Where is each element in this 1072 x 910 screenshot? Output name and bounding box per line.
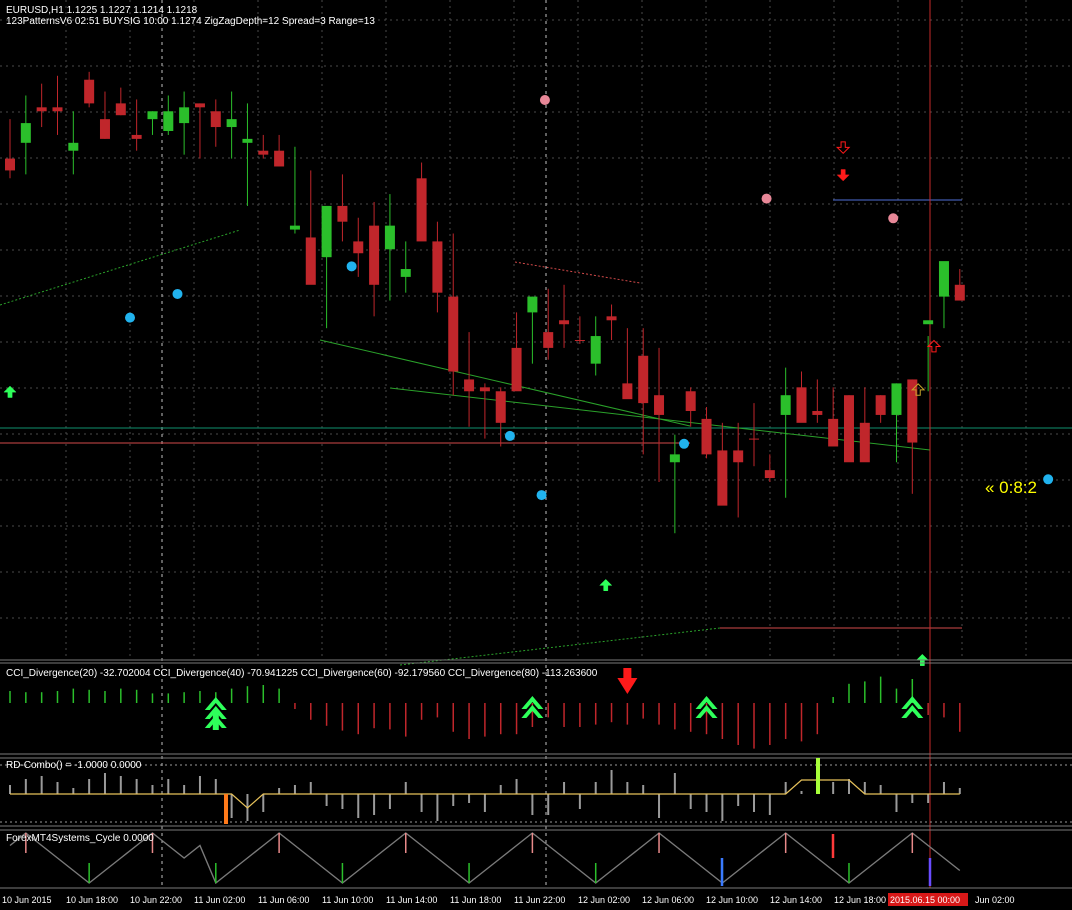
candle-body bbox=[479, 387, 490, 392]
candle-body bbox=[780, 395, 791, 415]
candle-body bbox=[559, 320, 570, 325]
candle-body bbox=[891, 383, 902, 415]
candle-body bbox=[258, 150, 269, 155]
candle-body bbox=[68, 142, 79, 151]
candle-body bbox=[701, 418, 712, 455]
time-axis-label: 2015.06.15 00:00 bbox=[890, 895, 960, 905]
candle-body bbox=[416, 178, 427, 242]
candle-body bbox=[226, 119, 237, 128]
candle-body bbox=[622, 383, 633, 400]
candle-body bbox=[194, 103, 205, 108]
time-axis-label: 11 Jun 02:00 bbox=[194, 895, 245, 905]
blue-dot bbox=[679, 438, 690, 449]
blue-dot bbox=[536, 490, 547, 501]
countdown-label: « 0:8:2 bbox=[985, 478, 1037, 497]
candle-body bbox=[52, 107, 63, 112]
candle-body bbox=[337, 205, 348, 222]
candle-body bbox=[843, 395, 854, 463]
time-axis-label: 12 Jun 06:00 bbox=[642, 895, 694, 905]
candle-body bbox=[384, 225, 395, 250]
blue-dot bbox=[1043, 474, 1054, 485]
candle-body bbox=[511, 347, 522, 392]
blue-dot bbox=[346, 261, 357, 272]
candle-body bbox=[242, 138, 253, 143]
candle-body bbox=[147, 111, 158, 120]
mt4-chart-window[interactable]: EURUSD,H1 1.1225 1.1227 1.1214 1.1218 12… bbox=[0, 0, 1072, 910]
blue-dot bbox=[172, 288, 183, 299]
candle-body bbox=[859, 422, 870, 463]
candle-body bbox=[828, 418, 839, 447]
candle-body bbox=[448, 296, 459, 372]
candle-body bbox=[749, 438, 760, 440]
candle-body bbox=[495, 391, 506, 423]
time-axis-label: 11 Jun 18:00 bbox=[450, 895, 501, 905]
candle-body bbox=[210, 111, 221, 128]
rd-signal-bar bbox=[224, 794, 228, 824]
candle-body bbox=[796, 387, 807, 423]
cci-down-signal-stem bbox=[623, 668, 632, 680]
pink-dot bbox=[761, 193, 772, 204]
candle-body bbox=[274, 150, 285, 167]
time-axis-label: 10 Jun 18:00 bbox=[66, 895, 118, 905]
candle-body bbox=[733, 450, 744, 463]
candle-body bbox=[527, 296, 538, 313]
candle-body bbox=[954, 284, 965, 301]
candle-body bbox=[115, 103, 126, 116]
candle-body bbox=[938, 261, 949, 297]
candle-body bbox=[5, 158, 15, 171]
candle-body bbox=[36, 107, 47, 112]
candle-body bbox=[99, 119, 110, 139]
candle-body bbox=[638, 355, 649, 404]
pink-dot bbox=[539, 95, 550, 105]
candle-body bbox=[907, 379, 918, 443]
candle-body bbox=[163, 111, 174, 131]
symbol-header: EURUSD,H1 1.1225 1.1227 1.1214 1.1218 bbox=[6, 5, 198, 16]
time-axis-label: 11 Jun 14:00 bbox=[386, 895, 437, 905]
rd-signal-bar bbox=[816, 758, 820, 794]
time-axis-label: 12 Jun 02:00 bbox=[578, 895, 630, 905]
candle-body bbox=[764, 470, 775, 479]
time-axis-label: 11 Jun 06:00 bbox=[258, 895, 309, 905]
candle-body bbox=[464, 379, 475, 392]
candle-body bbox=[369, 225, 380, 285]
indicator-info: 123PatternsV6 02:51 BUYSIG 10:00 1.1274 … bbox=[6, 16, 375, 27]
cycle-title: ForexMT4Systems_Cycle 0.0000 bbox=[6, 833, 154, 844]
candle-body bbox=[606, 316, 617, 321]
candle-body bbox=[84, 79, 95, 104]
candle-body bbox=[590, 336, 601, 364]
rd-title: RD-Combo() = -1.0000 0.0000 bbox=[6, 760, 142, 771]
candle-body bbox=[812, 410, 823, 415]
candle-body bbox=[432, 241, 443, 293]
candle-body bbox=[305, 237, 316, 285]
chart-background bbox=[0, 0, 1072, 910]
candle-body bbox=[574, 340, 585, 341]
pink-dot bbox=[888, 213, 899, 224]
time-axis-label: 10 Jun 22:00 bbox=[130, 895, 182, 905]
candle-body bbox=[289, 225, 300, 230]
candle-body bbox=[669, 454, 680, 463]
candle-body bbox=[543, 332, 554, 348]
time-axis-label: 11 Jun 22:00 bbox=[514, 895, 565, 905]
candle-body bbox=[179, 107, 190, 124]
candle-body bbox=[654, 395, 665, 415]
candle-body bbox=[131, 134, 142, 139]
time-axis-label: 12 Jun 14:00 bbox=[770, 895, 822, 905]
blue-dot bbox=[504, 430, 515, 441]
candle-body bbox=[685, 391, 696, 411]
candle-body bbox=[20, 123, 31, 143]
time-axis-label: 12 Jun 10:00 bbox=[706, 895, 758, 905]
candle-body bbox=[717, 450, 728, 506]
cci-title: CCI_Divergence(20) -32.702004 CCI_Diverg… bbox=[6, 668, 598, 679]
blue-dot bbox=[125, 312, 135, 323]
candle-body bbox=[400, 269, 411, 277]
candle-body bbox=[321, 205, 332, 258]
cci-up-signal-stem bbox=[212, 710, 219, 730]
time-axis-label: 10 Jun 2015 bbox=[2, 895, 52, 905]
time-axis-label: Jun 02:00 bbox=[975, 895, 1015, 905]
candle-body bbox=[875, 395, 886, 415]
time-axis-label: 12 Jun 18:00 bbox=[834, 895, 886, 905]
candle-body bbox=[353, 241, 364, 254]
time-axis-label: 11 Jun 10:00 bbox=[322, 895, 373, 905]
candle-body bbox=[923, 320, 934, 325]
